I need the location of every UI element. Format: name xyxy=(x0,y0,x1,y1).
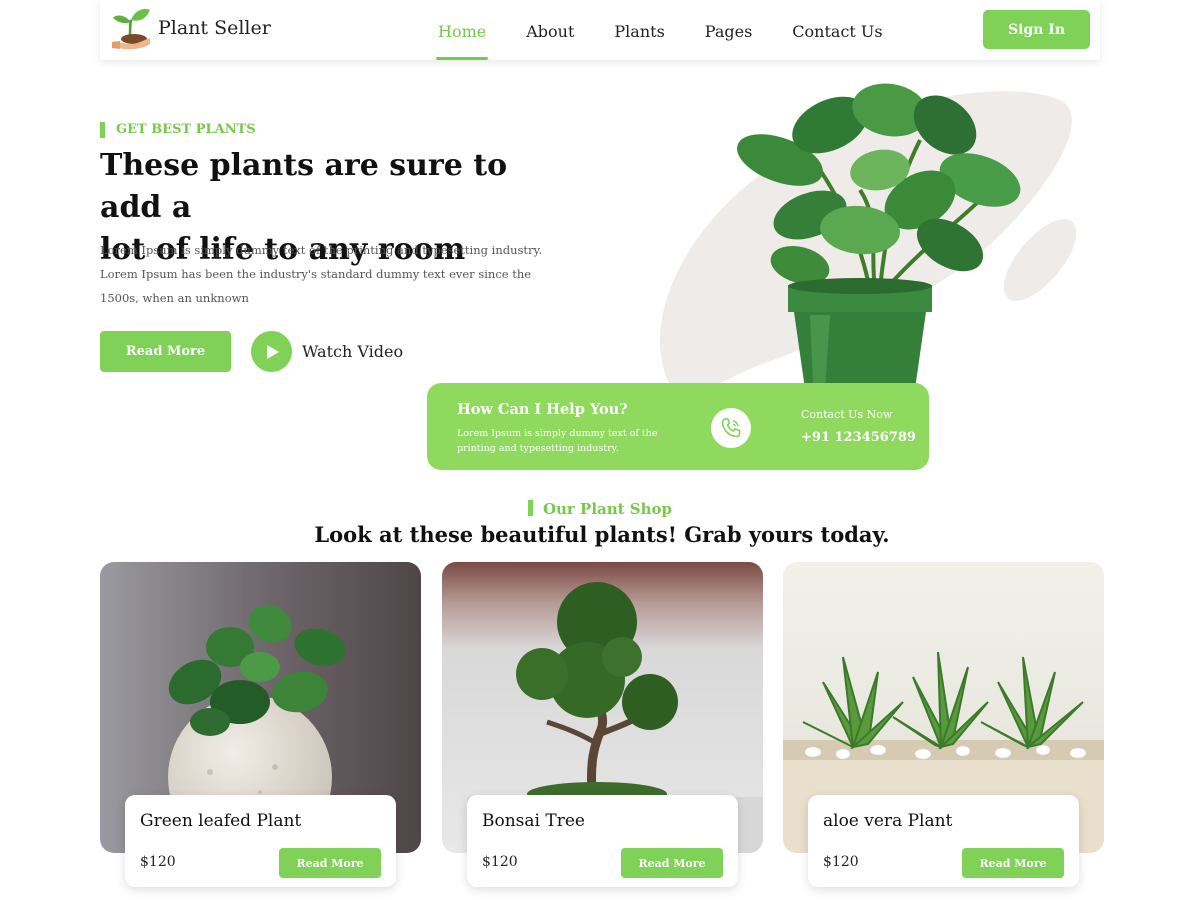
hero-read-more-button[interactable]: Read More xyxy=(100,331,231,372)
product-name[interactable]: Bonsai Tree xyxy=(482,811,585,831)
phone-icon xyxy=(721,418,741,438)
help-desc-line-1: Lorem Ipsum is simply dummy text of the xyxy=(457,428,658,439)
hero-description: Lorem Ipsum is simply dummy text of the … xyxy=(100,238,555,310)
logo-text: Plant Seller xyxy=(158,17,271,39)
nav-about[interactable]: About xyxy=(526,0,574,60)
product-card: aloe vera Plant $120 Read More xyxy=(808,795,1079,887)
hero-eyebrow: GET BEST PLANTS xyxy=(100,122,256,138)
nav-pages[interactable]: Pages xyxy=(705,0,753,60)
hero-title-line-1: These plants are sure to add a xyxy=(100,148,508,225)
shop-eyebrow-bar xyxy=(527,500,533,516)
nav-home[interactable]: Home xyxy=(435,0,489,60)
site-header: Plant Seller Home About Plants Pages Con… xyxy=(100,0,1100,60)
product-card: Bonsai Tree $120 Read More xyxy=(467,795,738,887)
watch-video-label: Watch Video xyxy=(302,342,404,361)
watch-video-button[interactable]: Watch Video xyxy=(251,331,403,372)
play-icon xyxy=(266,344,279,359)
contact-label: Contact Us Now xyxy=(801,408,893,421)
product-price: $120 xyxy=(140,854,176,870)
help-banner: How Can I Help You? Lorem Ipsum is simpl… xyxy=(427,383,929,470)
help-title: How Can I Help You? xyxy=(457,401,628,418)
shop-eyebrow-text: Our Plant Shop xyxy=(542,500,673,518)
product-name[interactable]: aloe vera Plant xyxy=(823,811,952,831)
nav-contact-us[interactable]: Contact Us xyxy=(792,0,882,60)
hero-desc-line-3: 1500s, when an unknown xyxy=(100,291,249,305)
product-price: $120 xyxy=(823,854,859,870)
logo-hand-sprout-icon xyxy=(112,9,150,50)
product-read-more-button[interactable]: Read More xyxy=(279,848,381,878)
product-read-more-button[interactable]: Read More xyxy=(962,848,1064,878)
phone-button[interactable] xyxy=(711,408,751,448)
play-button[interactable] xyxy=(251,331,292,372)
product-price: $120 xyxy=(482,854,518,870)
help-desc-line-2: printing and typesetting industry. xyxy=(457,443,619,454)
contact-phone[interactable]: +91 123456789 xyxy=(801,430,916,445)
nav-plants[interactable]: Plants xyxy=(614,0,664,60)
product-read-more-button[interactable]: Read More xyxy=(621,848,723,878)
hero-plant-image xyxy=(737,83,1021,410)
shop-title: Look at these beautiful plants! Grab you… xyxy=(314,522,890,547)
main-nav: Home About Plants Pages Contact Us xyxy=(435,0,923,60)
sign-in-button[interactable]: Sign In xyxy=(983,10,1090,49)
help-description: Lorem Ipsum is simply dummy text of the … xyxy=(457,426,687,456)
hero-desc-line-1: Lorem Ipsum is simply dummy text of the … xyxy=(100,243,543,257)
shop-eyebrow: Our Plant Shop xyxy=(0,500,1200,518)
product-name[interactable]: Green leafed Plant xyxy=(140,811,301,831)
logo[interactable]: Plant Seller xyxy=(110,6,271,50)
hero-desc-line-2: Lorem Ipsum has been the industry's stan… xyxy=(100,267,532,281)
product-card: Green leafed Plant $120 Read More xyxy=(125,795,396,887)
